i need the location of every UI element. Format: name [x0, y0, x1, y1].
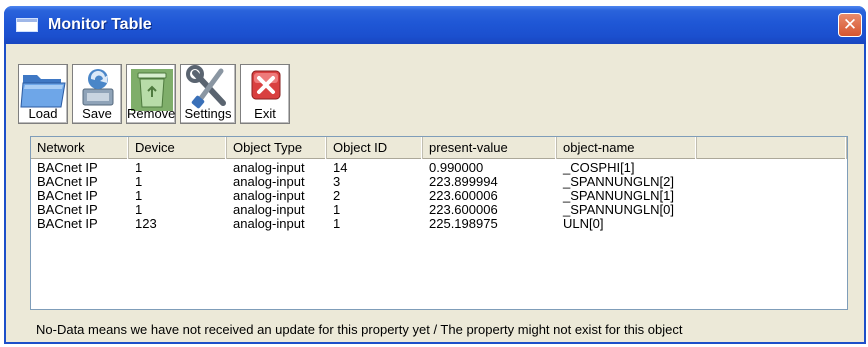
settings-label: Settings — [184, 106, 232, 121]
cell-object-type: analog-input — [233, 189, 305, 203]
cell-device: 1 — [135, 175, 143, 189]
status-bar-text: No-Data means we have not received an up… — [36, 322, 683, 337]
cell-object-name: ULN[0] — [563, 217, 604, 231]
cell-network: BACnet IP — [37, 161, 98, 175]
column-header-present-value[interactable]: present-value — [423, 137, 557, 159]
column-header-network[interactable]: Network — [31, 137, 129, 159]
monitor-table-window: Monitor Table ✕ Load Save Remove Setting… — [4, 6, 866, 344]
trash-icon — [131, 69, 173, 111]
exit-icon — [251, 70, 281, 100]
exit-label: Exit — [254, 106, 276, 121]
table-row[interactable]: BACnet IP 1 analog-input 2 223.600006 _S… — [31, 189, 847, 203]
cell-object-name: _SPANNUNGLN[2] — [563, 175, 675, 189]
cell-network: BACnet IP — [37, 175, 98, 189]
cell-object-name: _COSPHI[1] — [563, 161, 635, 175]
list-body: BACnet IP 1 analog-input 14 0.990000 _CO… — [31, 159, 847, 231]
title-bar[interactable]: Monitor Table ✕ — [4, 6, 866, 44]
monitor-list[interactable]: Network Device Object Type Object ID pre… — [30, 136, 848, 310]
column-header-blank[interactable] — [697, 137, 847, 159]
cell-device: 1 — [135, 189, 143, 203]
cell-object-type: analog-input — [233, 161, 305, 175]
table-row[interactable]: BACnet IP 1 analog-input 3 223.899994 _S… — [31, 175, 847, 189]
settings-button[interactable]: Settings — [180, 64, 236, 124]
cell-device: 1 — [135, 161, 143, 175]
cell-network: BACnet IP — [37, 203, 98, 217]
close-button[interactable]: ✕ — [838, 13, 862, 37]
cell-object-id: 3 — [333, 175, 341, 189]
cell-present-value: 225.198975 — [429, 217, 498, 231]
table-row[interactable]: BACnet IP 1 analog-input 14 0.990000 _CO… — [31, 161, 847, 175]
folder-icon — [20, 75, 66, 108]
remove-button[interactable]: Remove — [126, 64, 176, 124]
exit-button[interactable]: Exit — [240, 64, 290, 124]
table-row[interactable]: BACnet IP 123 analog-input 1 225.198975 … — [31, 217, 847, 231]
toolbar: Load Save Remove Settings Exit — [18, 64, 290, 126]
tools-icon — [186, 65, 226, 109]
cell-device: 123 — [135, 217, 157, 231]
cell-object-name: _SPANNUNGLN[0] — [563, 203, 675, 217]
window-title: Monitor Table — [48, 16, 152, 33]
cell-device: 1 — [135, 203, 143, 217]
load-button[interactable]: Load — [18, 64, 68, 124]
cell-object-type: analog-input — [233, 175, 305, 189]
cell-present-value: 223.600006 — [429, 203, 498, 217]
cell-object-id: 1 — [333, 217, 341, 231]
cell-object-id: 1 — [333, 203, 341, 217]
column-header-object-name[interactable]: object-name — [557, 137, 697, 159]
window-icon — [16, 18, 38, 32]
column-header-object-id[interactable]: Object ID — [327, 137, 423, 159]
cell-network: BACnet IP — [37, 189, 98, 203]
load-label: Load — [28, 106, 58, 121]
cell-network: BACnet IP — [37, 217, 98, 231]
column-header-device[interactable]: Device — [129, 137, 227, 159]
cell-present-value: 0.990000 — [429, 161, 484, 175]
save-icon — [82, 69, 114, 106]
cell-object-type: analog-input — [233, 217, 305, 231]
save-label: Save — [82, 106, 112, 121]
list-header: Network Device Object Type Object ID pre… — [31, 137, 847, 159]
cell-present-value: 223.899994 — [429, 175, 498, 189]
cell-present-value: 223.600006 — [429, 189, 498, 203]
cell-object-id: 14 — [333, 161, 348, 175]
column-header-object-type[interactable]: Object Type — [227, 137, 327, 159]
table-row[interactable]: BACnet IP 1 analog-input 1 223.600006 _S… — [31, 203, 847, 217]
remove-label: Remove — [127, 106, 176, 121]
save-button[interactable]: Save — [72, 64, 122, 124]
cell-object-name: _SPANNUNGLN[1] — [563, 189, 675, 203]
cell-object-type: analog-input — [233, 203, 305, 217]
cell-object-id: 2 — [333, 189, 341, 203]
